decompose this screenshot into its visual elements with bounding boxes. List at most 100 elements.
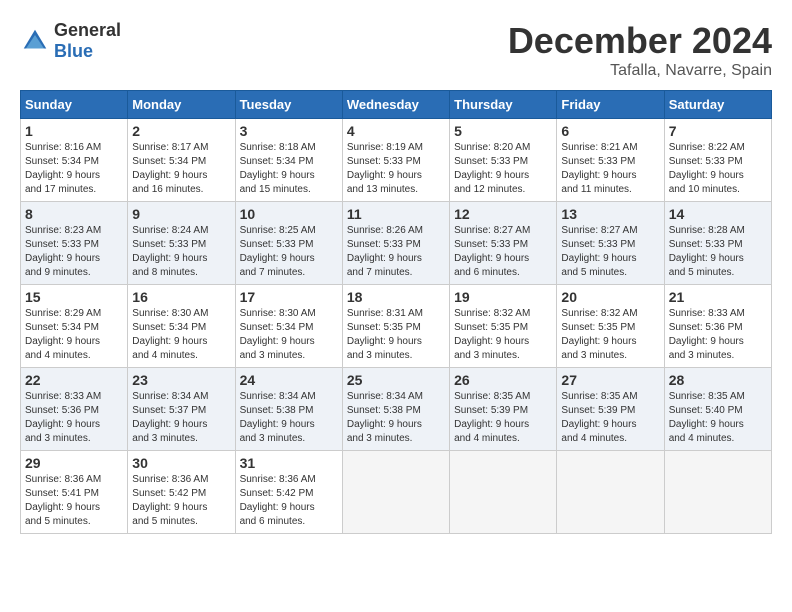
calendar-day-cell — [664, 451, 771, 534]
calendar-day-cell: 27 Sunrise: 8:35 AMSunset: 5:39 PMDayligh… — [557, 368, 664, 451]
day-info: Sunrise: 8:35 AMSunset: 5:40 PMDaylight:… — [669, 390, 767, 446]
logo-text: General Blue — [54, 20, 121, 62]
day-number: 23 — [132, 372, 230, 388]
calendar-week-row: 1 Sunrise: 8:16 AMSunset: 5:34 PMDaylight… — [21, 119, 772, 202]
day-info: Sunrise: 8:30 AMSunset: 5:34 PMDaylight:… — [132, 307, 230, 363]
day-number: 16 — [132, 289, 230, 305]
calendar-day-cell: 16 Sunrise: 8:30 AMSunset: 5:34 PMDayligh… — [128, 285, 235, 368]
day-info: Sunrise: 8:24 AMSunset: 5:33 PMDaylight:… — [132, 224, 230, 280]
day-number: 15 — [25, 289, 123, 305]
month-title: December 2024 — [508, 20, 772, 62]
calendar-header-row: Sunday Monday Tuesday Wednesday Thursday… — [21, 91, 772, 119]
calendar-day-cell: 15Sunrise: 8:29 AMSunset: 5:34 PMDayligh… — [21, 285, 128, 368]
calendar-day-cell: 24 Sunrise: 8:34 AMSunset: 5:38 PMDayligh… — [235, 368, 342, 451]
calendar-day-cell: 22 Sunrise: 8:33 AMSunset: 5:36 PMDayligh… — [21, 368, 128, 451]
calendar-day-cell: 28Sunrise: 8:35 AMSunset: 5:40 PMDayligh… — [664, 368, 771, 451]
header-tuesday: Tuesday — [235, 91, 342, 119]
calendar-day-cell: 25 Sunrise: 8:34 AMSunset: 5:38 PMDayligh… — [342, 368, 449, 451]
day-number: 22 — [25, 372, 123, 388]
day-number: 25 — [347, 372, 445, 388]
calendar-day-cell: 3Sunrise: 8:18 AMSunset: 5:34 PMDaylight… — [235, 119, 342, 202]
calendar-day-cell: 21Sunrise: 8:33 AMSunset: 5:36 PMDayligh… — [664, 285, 771, 368]
calendar-day-cell: 1 Sunrise: 8:16 AMSunset: 5:34 PMDaylight… — [21, 119, 128, 202]
calendar-week-row: 29 Sunrise: 8:36 AMSunset: 5:41 PMDayligh… — [21, 451, 772, 534]
day-info: Sunrise: 8:35 AMSunset: 5:39 PMDaylight:… — [454, 390, 552, 446]
day-info: Sunrise: 8:27 AMSunset: 5:33 PMDaylight:… — [561, 224, 659, 280]
day-number: 21 — [669, 289, 767, 305]
day-number: 31 — [240, 455, 338, 471]
day-info: Sunrise: 8:34 AMSunset: 5:38 PMDaylight:… — [347, 390, 445, 446]
calendar-day-cell: 14Sunrise: 8:28 AMSunset: 5:33 PMDayligh… — [664, 202, 771, 285]
day-number: 30 — [132, 455, 230, 471]
day-info: Sunrise: 8:34 AMSunset: 5:38 PMDaylight:… — [240, 390, 338, 446]
day-number: 1 — [25, 123, 123, 139]
calendar-day-cell: 13 Sunrise: 8:27 AMSunset: 5:33 PMDayligh… — [557, 202, 664, 285]
day-number: 13 — [561, 206, 659, 222]
day-info: Sunrise: 8:27 AMSunset: 5:33 PMDaylight:… — [454, 224, 552, 280]
calendar-week-row: 15Sunrise: 8:29 AMSunset: 5:34 PMDayligh… — [21, 285, 772, 368]
header-saturday: Saturday — [664, 91, 771, 119]
page-header: General Blue December 2024 Tafalla, Nava… — [20, 20, 772, 80]
calendar-day-cell: 29 Sunrise: 8:36 AMSunset: 5:41 PMDayligh… — [21, 451, 128, 534]
logo-general: General — [54, 20, 121, 40]
day-info: Sunrise: 8:30 AMSunset: 5:34 PMDaylight:… — [240, 307, 338, 363]
day-number: 29 — [25, 455, 123, 471]
day-number: 27 — [561, 372, 659, 388]
day-number: 12 — [454, 206, 552, 222]
calendar-day-cell — [342, 451, 449, 534]
day-info: Sunrise: 8:25 AMSunset: 5:33 PMDaylight:… — [240, 224, 338, 280]
day-info: Sunrise: 8:16 AMSunset: 5:34 PMDaylight:… — [25, 141, 123, 197]
title-block: December 2024 Tafalla, Navarre, Spain — [508, 20, 772, 80]
day-number: 26 — [454, 372, 552, 388]
calendar-day-cell: 19Sunrise: 8:32 AMSunset: 5:35 PMDayligh… — [450, 285, 557, 368]
day-info: Sunrise: 8:36 AMSunset: 5:42 PMDaylight:… — [132, 473, 230, 529]
day-info: Sunrise: 8:21 AMSunset: 5:33 PMDaylight:… — [561, 141, 659, 197]
day-number: 19 — [454, 289, 552, 305]
day-info: Sunrise: 8:17 AMSunset: 5:34 PMDaylight:… — [132, 141, 230, 197]
day-number: 20 — [561, 289, 659, 305]
calendar-table: Sunday Monday Tuesday Wednesday Thursday… — [20, 90, 772, 534]
header-friday: Friday — [557, 91, 664, 119]
calendar-day-cell: 26 Sunrise: 8:35 AMSunset: 5:39 PMDayligh… — [450, 368, 557, 451]
calendar-day-cell: 7Sunrise: 8:22 AMSunset: 5:33 PMDaylight… — [664, 119, 771, 202]
calendar-week-row: 22 Sunrise: 8:33 AMSunset: 5:36 PMDayligh… — [21, 368, 772, 451]
logo: General Blue — [20, 20, 121, 62]
day-number: 5 — [454, 123, 552, 139]
day-info: Sunrise: 8:20 AMSunset: 5:33 PMDaylight:… — [454, 141, 552, 197]
calendar-day-cell: 6 Sunrise: 8:21 AMSunset: 5:33 PMDaylight… — [557, 119, 664, 202]
day-number: 14 — [669, 206, 767, 222]
day-info: Sunrise: 8:33 AMSunset: 5:36 PMDaylight:… — [25, 390, 123, 446]
header-monday: Monday — [128, 91, 235, 119]
header-sunday: Sunday — [21, 91, 128, 119]
calendar-day-cell — [557, 451, 664, 534]
calendar-day-cell: 2Sunrise: 8:17 AMSunset: 5:34 PMDaylight… — [128, 119, 235, 202]
header-wednesday: Wednesday — [342, 91, 449, 119]
day-info: Sunrise: 8:35 AMSunset: 5:39 PMDaylight:… — [561, 390, 659, 446]
day-info: Sunrise: 8:23 AMSunset: 5:33 PMDaylight:… — [25, 224, 123, 280]
calendar-day-cell: 4Sunrise: 8:19 AMSunset: 5:33 PMDaylight… — [342, 119, 449, 202]
day-info: Sunrise: 8:18 AMSunset: 5:34 PMDaylight:… — [240, 141, 338, 197]
calendar-day-cell: 17 Sunrise: 8:30 AMSunset: 5:34 PMDayligh… — [235, 285, 342, 368]
day-info: Sunrise: 8:34 AMSunset: 5:37 PMDaylight:… — [132, 390, 230, 446]
calendar-day-cell: 12 Sunrise: 8:27 AMSunset: 5:33 PMDayligh… — [450, 202, 557, 285]
day-number: 24 — [240, 372, 338, 388]
day-info: Sunrise: 8:32 AMSunset: 5:35 PMDaylight:… — [561, 307, 659, 363]
day-info: Sunrise: 8:31 AMSunset: 5:35 PMDaylight:… — [347, 307, 445, 363]
day-number: 18 — [347, 289, 445, 305]
day-info: Sunrise: 8:26 AMSunset: 5:33 PMDaylight:… — [347, 224, 445, 280]
calendar-day-cell: 11Sunrise: 8:26 AMSunset: 5:33 PMDayligh… — [342, 202, 449, 285]
day-number: 10 — [240, 206, 338, 222]
calendar-day-cell: 10 Sunrise: 8:25 AMSunset: 5:33 PMDayligh… — [235, 202, 342, 285]
calendar-day-cell: 23 Sunrise: 8:34 AMSunset: 5:37 PMDayligh… — [128, 368, 235, 451]
day-number: 6 — [561, 123, 659, 139]
day-number: 17 — [240, 289, 338, 305]
calendar-day-cell: 30 Sunrise: 8:36 AMSunset: 5:42 PMDayligh… — [128, 451, 235, 534]
calendar-day-cell: 20 Sunrise: 8:32 AMSunset: 5:35 PMDayligh… — [557, 285, 664, 368]
calendar-day-cell: 8Sunrise: 8:23 AMSunset: 5:33 PMDaylight… — [21, 202, 128, 285]
day-info: Sunrise: 8:36 AMSunset: 5:41 PMDaylight:… — [25, 473, 123, 529]
calendar-week-row: 8Sunrise: 8:23 AMSunset: 5:33 PMDaylight… — [21, 202, 772, 285]
calendar-day-cell — [450, 451, 557, 534]
day-number: 7 — [669, 123, 767, 139]
day-info: Sunrise: 8:19 AMSunset: 5:33 PMDaylight:… — [347, 141, 445, 197]
calendar-day-cell: 18 Sunrise: 8:31 AMSunset: 5:35 PMDayligh… — [342, 285, 449, 368]
